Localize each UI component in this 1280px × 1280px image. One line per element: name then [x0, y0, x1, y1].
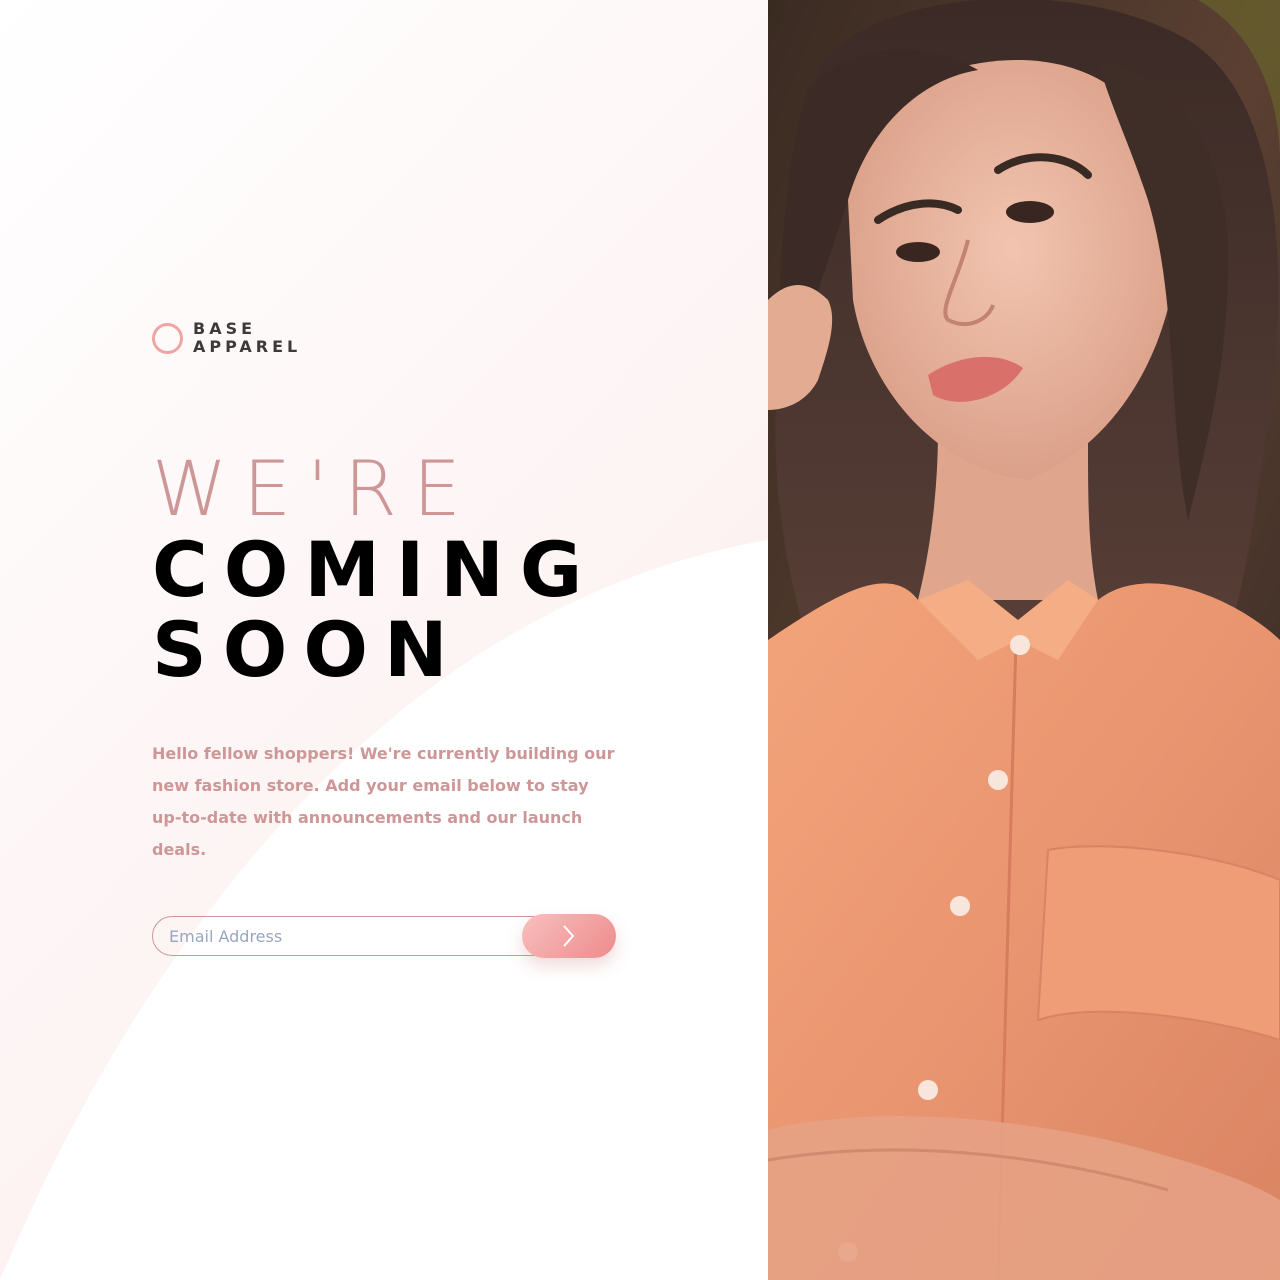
- brand-logo[interactable]: BASE APPAREL: [152, 320, 301, 356]
- page: BASE APPAREL WE'RE COMING SOON Hello fel…: [0, 0, 1280, 1280]
- hero-line-2: COMING: [152, 525, 599, 614]
- hero-line-3: SOON: [152, 605, 464, 694]
- signup-form: [152, 914, 616, 958]
- ring-icon: [152, 322, 183, 354]
- brand-wordmark: BASE APPAREL: [193, 320, 301, 356]
- submit-button[interactable]: [522, 914, 616, 958]
- hero-line-1: WE'RE: [152, 444, 477, 533]
- chevron-right-icon: [563, 925, 575, 947]
- brand-line-1: BASE: [193, 319, 257, 338]
- content-panel: BASE APPAREL WE'RE COMING SOON Hello fel…: [0, 0, 768, 1280]
- intro-text: Hello fellow shoppers! We're currently b…: [152, 744, 615, 859]
- hero-image: [768, 0, 1280, 1280]
- woman-in-orange-shirt-photo: [768, 0, 1280, 1280]
- brand-line-2: APPAREL: [193, 337, 302, 356]
- hero-heading: WE'RE COMING SOON: [152, 448, 752, 690]
